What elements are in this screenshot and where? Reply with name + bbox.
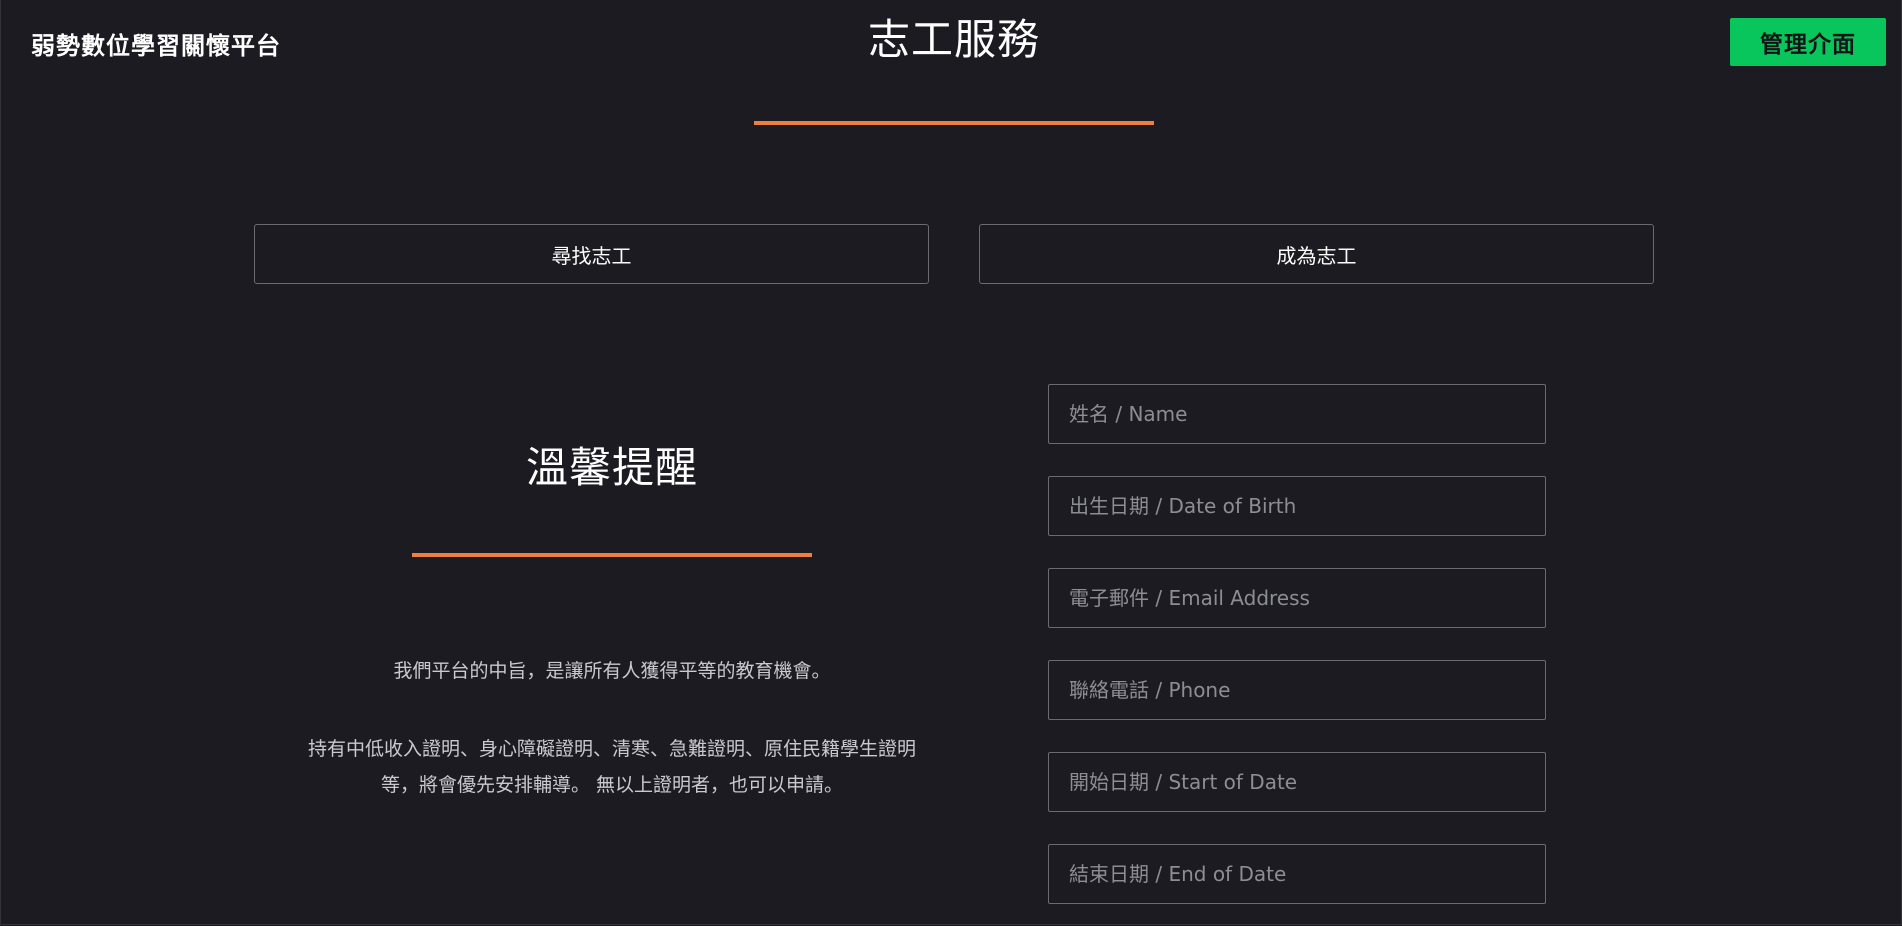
notice-paragraph-priority: 持有中低收入證明、身心障礙證明、清寒、急難證明、原住民籍學生證明等，將會優先安排… (307, 738, 916, 796)
notice-paragraph-mission: 我們平台的中旨，是讓所有人獲得平等的教育機會。 (393, 660, 831, 682)
name-input[interactable] (1048, 384, 1546, 444)
end-date-input[interactable] (1048, 844, 1546, 904)
phone-input[interactable] (1048, 660, 1546, 720)
page-title: 志工服務 (867, 15, 1040, 64)
start-date-input[interactable] (1048, 752, 1546, 812)
page: 弱勢數位學習關懷平台 志工服務 管理介面 尋找志工 成為志工 溫馨提醒 我們平台… (0, 0, 1902, 925)
notice-title: 溫馨提醒 (525, 443, 699, 492)
title-divider (754, 121, 1154, 125)
tab-become-volunteer[interactable]: 成為志工 (979, 224, 1654, 284)
date-of-birth-input[interactable] (1048, 476, 1546, 536)
admin-panel-button[interactable]: 管理介面 (1730, 18, 1886, 66)
email-input[interactable] (1048, 568, 1546, 628)
tab-find-volunteer[interactable]: 尋找志工 (254, 224, 929, 284)
notice-divider (412, 553, 812, 557)
